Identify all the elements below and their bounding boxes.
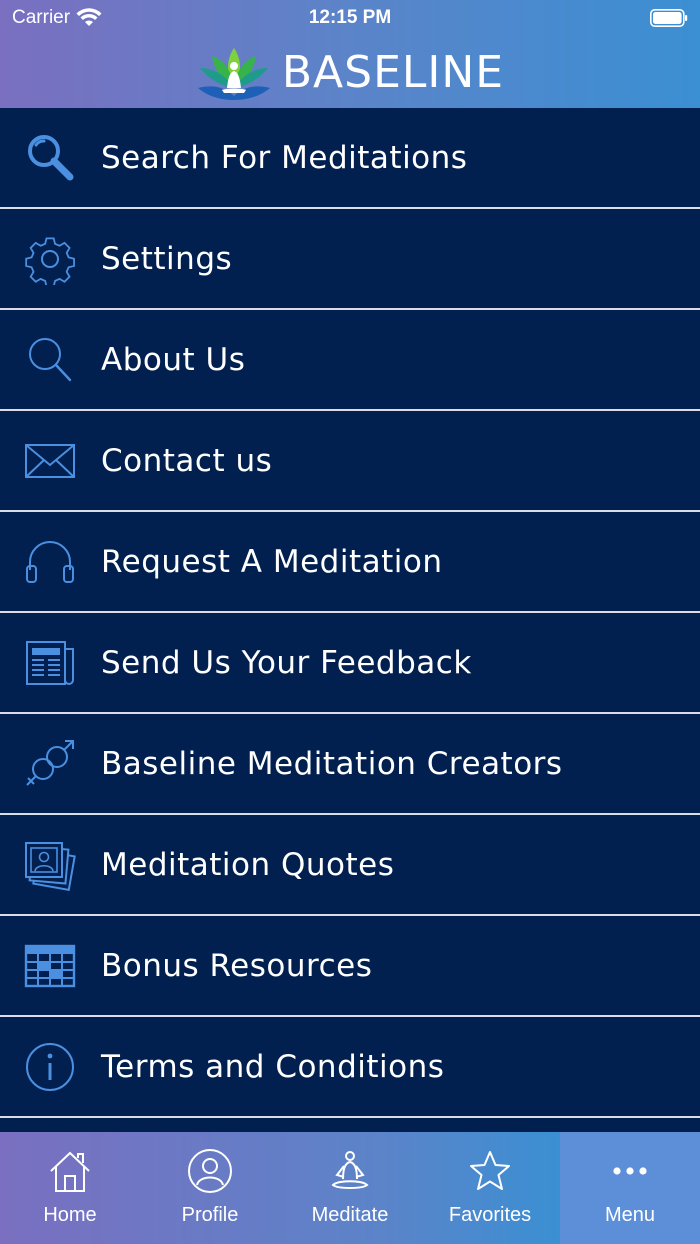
menu-item-label: Send Us Your Feedback	[101, 644, 472, 681]
menu-item-label: Request A Meditation	[101, 543, 443, 580]
menu-item-baseline-meditation-creators[interactable]: Baseline Meditation Creators	[0, 714, 700, 815]
tab-label: Home	[43, 1204, 97, 1226]
lotus-logo-icon	[197, 48, 270, 100]
home-icon	[47, 1148, 93, 1194]
menu-item-label: Terms and Conditions	[101, 1048, 445, 1085]
menu-item-label: Bonus Resources	[101, 947, 373, 984]
app-header: Carrier 12:15 PM BASELINE	[0, 0, 700, 108]
menu-item-meditation-quotes[interactable]: Meditation Quotes	[0, 815, 700, 916]
status-bar: Carrier 12:15 PM	[0, 0, 700, 36]
app-title: BASELINE	[281, 46, 505, 98]
newspaper-icon	[24, 637, 76, 689]
tab-label: Menu	[604, 1204, 656, 1226]
menu-item-label: About Us	[101, 341, 246, 378]
tab-meditate[interactable]: Meditate	[280, 1132, 420, 1244]
star-icon	[467, 1148, 513, 1194]
envelope-icon	[24, 435, 76, 487]
gear-icon	[24, 233, 76, 285]
menu-list: Search For Meditations Settings About Us	[0, 108, 700, 1132]
brand: BASELINE	[0, 42, 700, 102]
menu-item-send-us-your-feedback[interactable]: Send Us Your Feedback	[0, 613, 700, 714]
headphones-icon	[24, 536, 76, 588]
tab-favorites[interactable]: Favorites	[420, 1132, 560, 1244]
menu-item-contact-us[interactable]: Contact us	[0, 411, 700, 512]
tab-menu[interactable]: Menu	[560, 1132, 700, 1244]
more-icon	[607, 1148, 653, 1194]
search-icon	[24, 334, 76, 386]
tab-label: Favorites	[448, 1204, 532, 1226]
tab-home[interactable]: Home	[0, 1132, 140, 1244]
menu-item-label: Baseline Meditation Creators	[101, 745, 563, 782]
menu-item-terms-and-conditions[interactable]: Terms and Conditions	[0, 1017, 700, 1118]
magnifier-icon	[24, 132, 76, 184]
tab-bar: Home Profile Meditate Favorites Menu	[0, 1132, 700, 1244]
info-icon	[24, 1041, 76, 1093]
clock: 12:15 PM	[308, 7, 392, 28]
menu-item-request-a-meditation[interactable]: Request A Meditation	[0, 512, 700, 613]
menu-item-about-us[interactable]: About Us	[0, 310, 700, 411]
menu-item-label: Contact us	[101, 442, 273, 479]
menu-item-partial[interactable]	[0, 1118, 700, 1132]
menu-item-search-for-meditations[interactable]: Search For Meditations	[0, 108, 700, 209]
tab-profile[interactable]: Profile	[140, 1132, 280, 1244]
meditate-icon	[327, 1148, 373, 1194]
photos-icon	[24, 839, 76, 891]
table-icon	[24, 940, 76, 992]
menu-item-label: Meditation Quotes	[101, 846, 395, 883]
menu-item-label: Settings	[101, 240, 233, 277]
gender-icon	[24, 738, 76, 790]
menu-item-settings[interactable]: Settings	[0, 209, 700, 310]
tab-label: Meditate	[311, 1204, 389, 1226]
battery-icon	[650, 9, 688, 27]
profile-icon	[187, 1148, 233, 1194]
menu-item-label: Search For Meditations	[101, 139, 468, 176]
menu-item-bonus-resources[interactable]: Bonus Resources	[0, 916, 700, 1017]
tab-label: Profile	[181, 1204, 239, 1226]
